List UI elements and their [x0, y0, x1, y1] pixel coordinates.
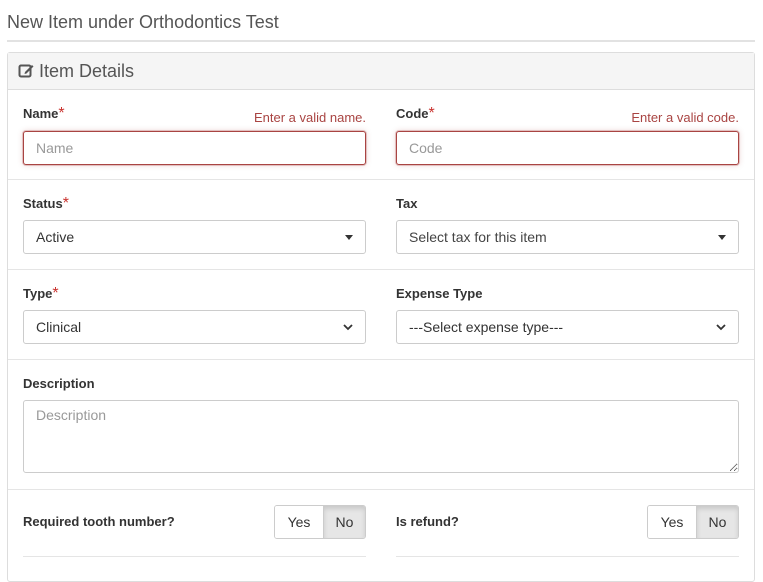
required-mark: *	[58, 105, 65, 122]
caret-down-icon	[345, 234, 353, 240]
item-details-panel: Item Details Name* Enter a valid name. C…	[7, 52, 755, 582]
row-type-expense: Type* Clinical Expense Type ---Select ex…	[8, 270, 754, 360]
tooth-number-toggle: Yes No	[274, 505, 366, 539]
tax-label: Tax	[396, 196, 418, 211]
title-divider	[7, 40, 755, 42]
divider	[23, 556, 366, 557]
description-label: Description	[23, 376, 95, 391]
name-input[interactable]	[23, 131, 366, 165]
expense-type-select[interactable]: ---Select expense type---	[396, 310, 739, 344]
name-error: Enter a valid name.	[253, 110, 366, 125]
expense-type-label: Expense Type	[396, 286, 483, 301]
description-textarea[interactable]	[23, 400, 739, 473]
code-group: Code* Enter a valid code.	[396, 90, 739, 180]
name-label: Name*	[23, 105, 65, 122]
required-mark: *	[428, 105, 435, 122]
type-label: Type*	[23, 285, 59, 302]
refund-group: Is refund? Yes No	[396, 490, 739, 560]
chevron-down-icon	[716, 323, 726, 330]
refund-no-button[interactable]: No	[696, 506, 738, 538]
status-label: Status*	[23, 195, 69, 212]
row-status-tax: Status* Active Tax Select tax for this i…	[8, 180, 754, 270]
edit-icon	[18, 64, 34, 78]
row-description: Description	[8, 360, 754, 490]
required-mark: *	[52, 285, 59, 302]
code-input[interactable]	[396, 131, 739, 165]
panel-heading: Item Details	[8, 53, 754, 90]
row-toggles: Required tooth number? Yes No Is refund?…	[8, 490, 754, 560]
tooth-number-no-button[interactable]: No	[323, 506, 365, 538]
required-mark: *	[62, 195, 69, 212]
chevron-down-icon	[343, 323, 353, 330]
type-value: Clinical	[36, 319, 82, 335]
divider	[396, 556, 739, 557]
panel-title: Item Details	[39, 60, 135, 81]
page-title: New Item under Orthodontics Test	[7, 12, 279, 32]
tooth-number-label: Required tooth number?	[23, 514, 175, 529]
tax-select[interactable]: Select tax for this item	[396, 220, 739, 254]
status-value: Active	[36, 229, 75, 245]
status-select[interactable]: Active	[23, 220, 366, 254]
name-group: Name* Enter a valid name.	[23, 90, 366, 180]
expense-type-group: Expense Type ---Select expense type---	[396, 270, 739, 360]
refund-label: Is refund?	[396, 514, 459, 529]
tax-group: Tax Select tax for this item	[396, 180, 739, 270]
tooth-number-yes-button[interactable]: Yes	[275, 506, 323, 538]
type-group: Type* Clinical	[23, 270, 366, 360]
code-error: Enter a valid code.	[631, 110, 739, 125]
tax-placeholder: Select tax for this item	[409, 229, 547, 245]
tooth-number-group: Required tooth number? Yes No	[23, 490, 366, 560]
caret-down-icon	[718, 234, 726, 240]
description-group: Description	[23, 360, 739, 490]
code-label: Code*	[396, 105, 435, 122]
refund-toggle: Yes No	[647, 505, 739, 539]
row-name-code: Name* Enter a valid name. Code* Enter a …	[8, 90, 754, 180]
type-select[interactable]: Clinical	[23, 310, 366, 344]
refund-yes-button[interactable]: Yes	[648, 506, 696, 538]
status-group: Status* Active	[23, 180, 366, 270]
expense-type-value: ---Select expense type---	[409, 319, 564, 335]
